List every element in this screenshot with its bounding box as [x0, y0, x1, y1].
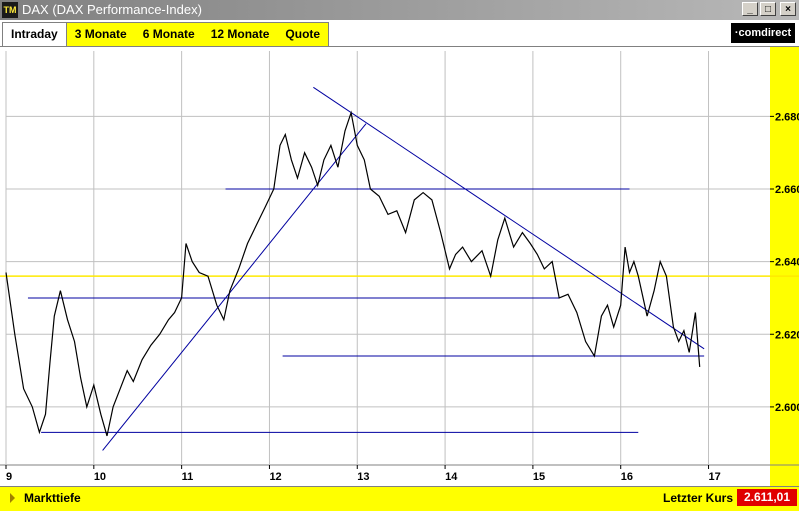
chart-svg: 9 10 11 12 13 14 15 16 17 2.600 2.620 2.640 2.660 2.6…: [0, 47, 799, 487]
price-series-line: [5, 110, 701, 437]
minimize-button[interactable]: _: [742, 2, 758, 16]
title-bar: TM DAX (DAX Performance-Index) _ □ ×: [0, 0, 799, 20]
x-tick-label: 17: [709, 471, 721, 483]
close-button[interactable]: ×: [780, 2, 796, 16]
x-tick-label: 10: [94, 471, 106, 483]
y-tick-label: 2.660: [775, 184, 799, 196]
window-title: DAX (DAX Performance-Index): [22, 2, 202, 17]
x-tick-label: 14: [445, 471, 458, 483]
x-tick-label: 12: [269, 471, 281, 483]
trend-line: [102, 123, 367, 451]
last-price-value: 2.611,01: [737, 489, 797, 506]
x-tick-label: 9: [6, 471, 12, 483]
markttiefe-link[interactable]: Markttiefe: [24, 489, 81, 507]
x-tick-label: 16: [621, 471, 633, 483]
y-tick-label: 2.600: [775, 402, 799, 414]
period-tabbar: Intraday 3 Monate 6 Monate 12 Monate Quo…: [0, 20, 799, 47]
status-bar: Markttiefe Letzter Kurs 2.611,01: [0, 486, 799, 511]
maximize-button[interactable]: □: [760, 2, 776, 16]
comdirect-logo: ·comdirect: [731, 23, 795, 43]
y-tick-label: 2.680: [775, 111, 799, 123]
y-tick-label: 2.640: [775, 257, 799, 269]
x-tick-label: 15: [533, 471, 545, 483]
x-tick-label: 11: [182, 471, 194, 483]
x-tick-label: 13: [357, 471, 369, 483]
last-price-label: Letzter Kurs: [662, 491, 733, 505]
y-tick-label: 2.620: [775, 329, 799, 341]
tab-3-monate[interactable]: 3 Monate: [67, 23, 135, 47]
tab-12-monate[interactable]: 12 Monate: [203, 23, 278, 47]
tab-quote[interactable]: Quote: [277, 23, 328, 47]
expand-arrow-icon[interactable]: [10, 493, 15, 503]
tab-intraday[interactable]: Intraday: [3, 23, 67, 47]
intraday-chart: 9 10 11 12 13 14 15 16 17 2.600 2.620 2.640 2.660 2.6…: [0, 46, 799, 487]
app-icon[interactable]: TM: [2, 2, 18, 18]
tab-6-monate[interactable]: 6 Monate: [135, 23, 203, 47]
